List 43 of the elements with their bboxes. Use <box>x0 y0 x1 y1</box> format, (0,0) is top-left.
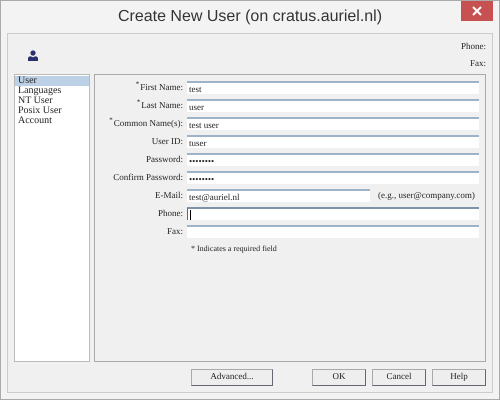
user-icon <box>28 50 38 61</box>
sidebar-item[interactable]: Posix User <box>15 106 89 116</box>
field-value: •••••••• <box>189 174 214 184</box>
field-value: test user <box>189 120 219 130</box>
contact-label: Phone: <box>460 40 486 53</box>
input-field[interactable] <box>187 225 479 238</box>
input-field[interactable]: tuser <box>187 135 479 148</box>
field-label: E-Mail: <box>155 188 183 202</box>
input-field[interactable]: user <box>187 99 479 112</box>
field-label: Password: <box>146 152 183 166</box>
input-field[interactable]: test user <box>187 117 479 130</box>
close-icon <box>472 6 482 16</box>
field-label: Fax: <box>166 224 183 238</box>
field-value: tuser <box>189 138 206 148</box>
sidebar-item[interactable]: NT User <box>15 96 89 106</box>
advanced-button[interactable]: Advanced... <box>191 368 273 386</box>
dialog-button[interactable]: Help <box>432 368 486 386</box>
sidebar-item[interactable]: User <box>15 76 89 86</box>
input-field[interactable]: •••••••• <box>187 153 479 166</box>
required-note: * Indicates a required field <box>191 243 278 255</box>
input-field[interactable]: test@auriel.nl <box>187 189 370 202</box>
dialog-button[interactable]: Cancel <box>372 368 426 386</box>
field-label: Common Name(s): <box>114 116 183 130</box>
sidebar-item[interactable]: Account <box>15 116 89 126</box>
field-value: test@auriel.nl <box>189 192 240 202</box>
input-field[interactable] <box>187 207 479 220</box>
window-title: Create New User (on cratus.auriel.nl) <box>118 7 382 27</box>
sidebar-item[interactable]: Languages <box>15 86 89 96</box>
dialog-button[interactable]: OK <box>312 368 366 386</box>
field-label: Phone: <box>158 206 183 220</box>
input-field[interactable]: •••••••• <box>187 171 479 184</box>
contact-label: Fax: <box>470 56 486 70</box>
field-label: Last Name: <box>141 98 183 112</box>
field-label: User ID: <box>152 134 183 148</box>
field-label: Confirm Password: <box>113 170 183 184</box>
field-hint: (e.g., user@company.com) <box>378 188 475 202</box>
input-field[interactable]: test <box>187 81 479 94</box>
text-caret <box>190 210 191 220</box>
close-button[interactable] <box>461 1 493 21</box>
field-value: •••••••• <box>189 156 214 166</box>
field-label: First Name: <box>140 80 183 94</box>
field-value: test <box>189 84 202 94</box>
field-value: user <box>189 102 204 112</box>
